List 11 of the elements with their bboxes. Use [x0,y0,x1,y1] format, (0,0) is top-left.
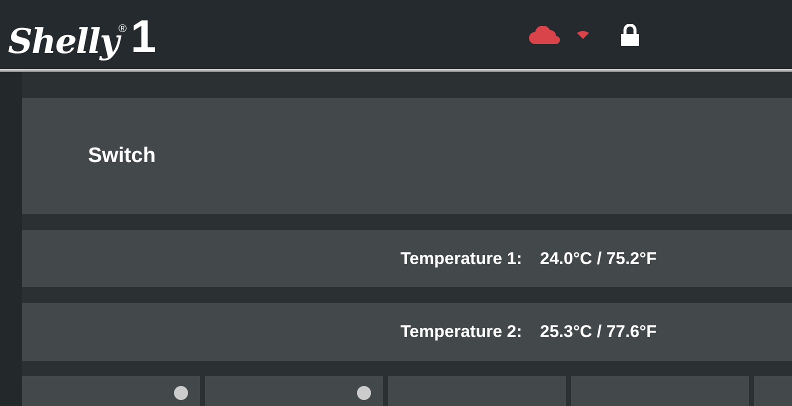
tile[interactable] [205,376,383,406]
temperature-label: Temperature 2: [399,321,523,344]
temperature-value: 24.0°C / 75.2°F [540,248,657,270]
switch-label: Switch [88,143,156,169]
temperature-value: 25.3°C / 77.6°F [540,321,657,344]
tile[interactable] [571,376,749,406]
switch-panel[interactable]: Switch [22,98,792,214]
tile[interactable] [22,376,200,406]
tile[interactable] [388,376,566,406]
model-number: 1 [130,12,156,58]
temperature-label: Temperature 1: [399,248,523,270]
